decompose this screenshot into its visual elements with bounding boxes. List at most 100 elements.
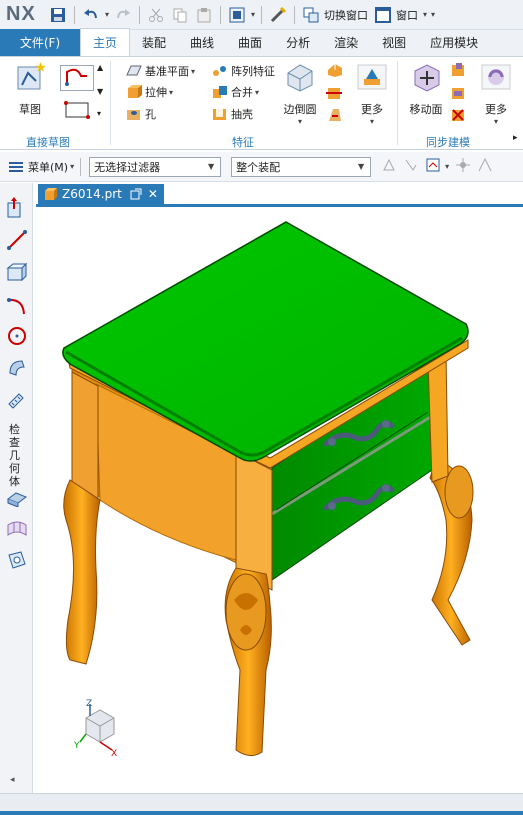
tab-file[interactable]: 文件(F): [0, 29, 80, 56]
undo-icon[interactable]: [82, 6, 100, 24]
select-feature-icon[interactable]: [403, 157, 421, 176]
feature-frame-icon[interactable]: [6, 197, 28, 219]
line-icon[interactable]: [6, 229, 28, 251]
rectangle-tool[interactable]: [62, 99, 92, 121]
snap-icon[interactable]: [381, 157, 399, 176]
menu-icon[interactable]: [8, 158, 26, 176]
more-features-button[interactable]: 更多 ▾: [352, 61, 392, 126]
fit-view-icon[interactable]: [228, 6, 246, 24]
wand-icon[interactable]: [269, 6, 287, 24]
tab-applications[interactable]: 应用模块: [418, 29, 490, 56]
handle-knob: [382, 420, 390, 428]
separator: [294, 5, 296, 24]
tab-analysis[interactable]: 分析: [274, 29, 322, 56]
document-tab[interactable]: Z6014.prt ✕: [38, 184, 164, 204]
delete-face-icon[interactable]: [450, 107, 468, 126]
datum-dropdown-icon[interactable]: ▾: [191, 67, 195, 76]
move-face-button[interactable]: 移动面: [404, 61, 448, 117]
tab-assembly[interactable]: 装配: [130, 29, 178, 56]
shell-icon: [213, 109, 226, 120]
datum-plane-button[interactable]: 基准平面 ▾: [126, 63, 197, 79]
cut-icon[interactable]: [147, 6, 165, 24]
shell-button[interactable]: 抽壳: [212, 106, 253, 122]
more-sync-dropdown-icon[interactable]: ▾: [494, 117, 498, 126]
sketch-scroll-down-icon[interactable]: ▼: [97, 87, 103, 96]
corner-post-right: [427, 353, 449, 483]
mesh-surface-icon[interactable]: [6, 517, 28, 539]
edge-blend-icon: [287, 64, 313, 92]
hole-button[interactable]: 孔: [126, 106, 156, 122]
extrude-dropdown-icon[interactable]: ▾: [169, 88, 173, 97]
close-tab-icon[interactable]: ✕: [148, 187, 158, 201]
sketch-button[interactable]: 草图: [8, 61, 52, 117]
revolve-icon[interactable]: [6, 357, 28, 379]
pull-face-icon[interactable]: [450, 62, 468, 81]
tab-home[interactable]: 主页: [80, 28, 131, 56]
corner-post-left: [71, 371, 99, 501]
sketch-more-icon[interactable]: ▾: [97, 109, 101, 118]
datum-plane-icon: [126, 65, 142, 76]
arc-icon[interactable]: [6, 295, 28, 317]
tab-view[interactable]: 视图: [370, 29, 418, 56]
offset-region-icon[interactable]: [450, 85, 468, 104]
more-sync-icon: [481, 64, 511, 90]
graphics-window[interactable]: Z X Y: [36, 207, 523, 793]
carving-back-right: [444, 465, 474, 519]
undo-dropdown-icon[interactable]: ▾: [105, 10, 109, 19]
selection-filter-select[interactable]: 无选择过滤器 ▼: [89, 156, 222, 177]
group-label-sync-modeling: 同步建模: [426, 136, 470, 149]
unite-dropdown-icon[interactable]: ▾: [255, 88, 259, 97]
save-icon[interactable]: [49, 6, 67, 24]
curve-rule-dropdown-icon[interactable]: ▾: [445, 162, 449, 171]
profile-tool[interactable]: [60, 65, 94, 91]
block-icon[interactable]: [6, 261, 28, 283]
sweep-icon[interactable]: [6, 485, 28, 507]
unite-button[interactable]: 合并 ▾: [212, 84, 261, 100]
fit-dropdown-icon[interactable]: ▾: [251, 10, 255, 19]
selection-scope-select[interactable]: 整个装配 ▼: [231, 156, 372, 177]
nightstand-model[interactable]: Z X Y: [36, 207, 523, 793]
paste-icon[interactable]: [195, 6, 213, 24]
curve-rule-icon[interactable]: [425, 157, 443, 176]
menu-button[interactable]: 菜单(M): [28, 159, 68, 175]
switch-window-button[interactable]: 切换窗口: [324, 7, 368, 23]
surface-icon[interactable]: [6, 549, 28, 571]
pattern-feature-button[interactable]: 阵列特征: [212, 63, 275, 79]
extrude-button[interactable]: 拉伸 ▾: [126, 84, 175, 100]
edge-blend-dropdown-icon[interactable]: ▾: [298, 117, 302, 126]
tab-render[interactable]: 渲染: [322, 29, 370, 56]
group-separator: [397, 61, 398, 145]
intent-icon[interactable]: [477, 157, 495, 176]
resource-bar-scroll-icon[interactable]: ◂: [10, 775, 15, 785]
tab-surface[interactable]: 曲面: [226, 29, 274, 56]
separator: [261, 5, 263, 24]
edge-blend-button[interactable]: 边倒圆 ▾: [280, 61, 320, 126]
resource-bar: 检查几何体 ◂: [0, 183, 33, 793]
wcs-triad: Z X Y: [73, 699, 117, 759]
window-icon[interactable]: [374, 6, 392, 24]
tab-curve[interactable]: 曲线: [178, 29, 226, 56]
separator: [220, 5, 222, 24]
check-geometry-label[interactable]: 检查几何体: [9, 423, 23, 488]
sketch-scroll-up-icon[interactable]: ▲: [97, 63, 103, 72]
more-sync-button[interactable]: 更多 ▾: [474, 61, 518, 126]
trim-body-icon[interactable]: [326, 85, 344, 104]
switch-window-icon[interactable]: [302, 6, 320, 24]
circle-icon[interactable]: [6, 325, 28, 347]
redo-icon[interactable]: [114, 6, 132, 24]
point-snap-icon[interactable]: [455, 157, 473, 176]
menu-dropdown-icon[interactable]: ▾: [70, 162, 74, 171]
more-features-dropdown-icon[interactable]: ▾: [370, 117, 374, 126]
extrude-icon: [128, 85, 142, 98]
svg-text:Z: Z: [86, 699, 92, 709]
draft-icon[interactable]: [326, 107, 344, 126]
window-button[interactable]: 窗口: [396, 7, 418, 23]
float-tab-icon[interactable]: [130, 188, 142, 200]
copy-icon[interactable]: [171, 6, 189, 24]
ribbon-expand-icon[interactable]: ▸: [513, 133, 518, 143]
window-dropdown-icon[interactable]: ▾: [423, 10, 427, 19]
chamfer-icon[interactable]: [326, 62, 344, 81]
measure-icon[interactable]: [6, 389, 28, 411]
customize-qab-icon[interactable]: ▾: [431, 10, 435, 19]
nx-logo: NX: [6, 3, 36, 25]
